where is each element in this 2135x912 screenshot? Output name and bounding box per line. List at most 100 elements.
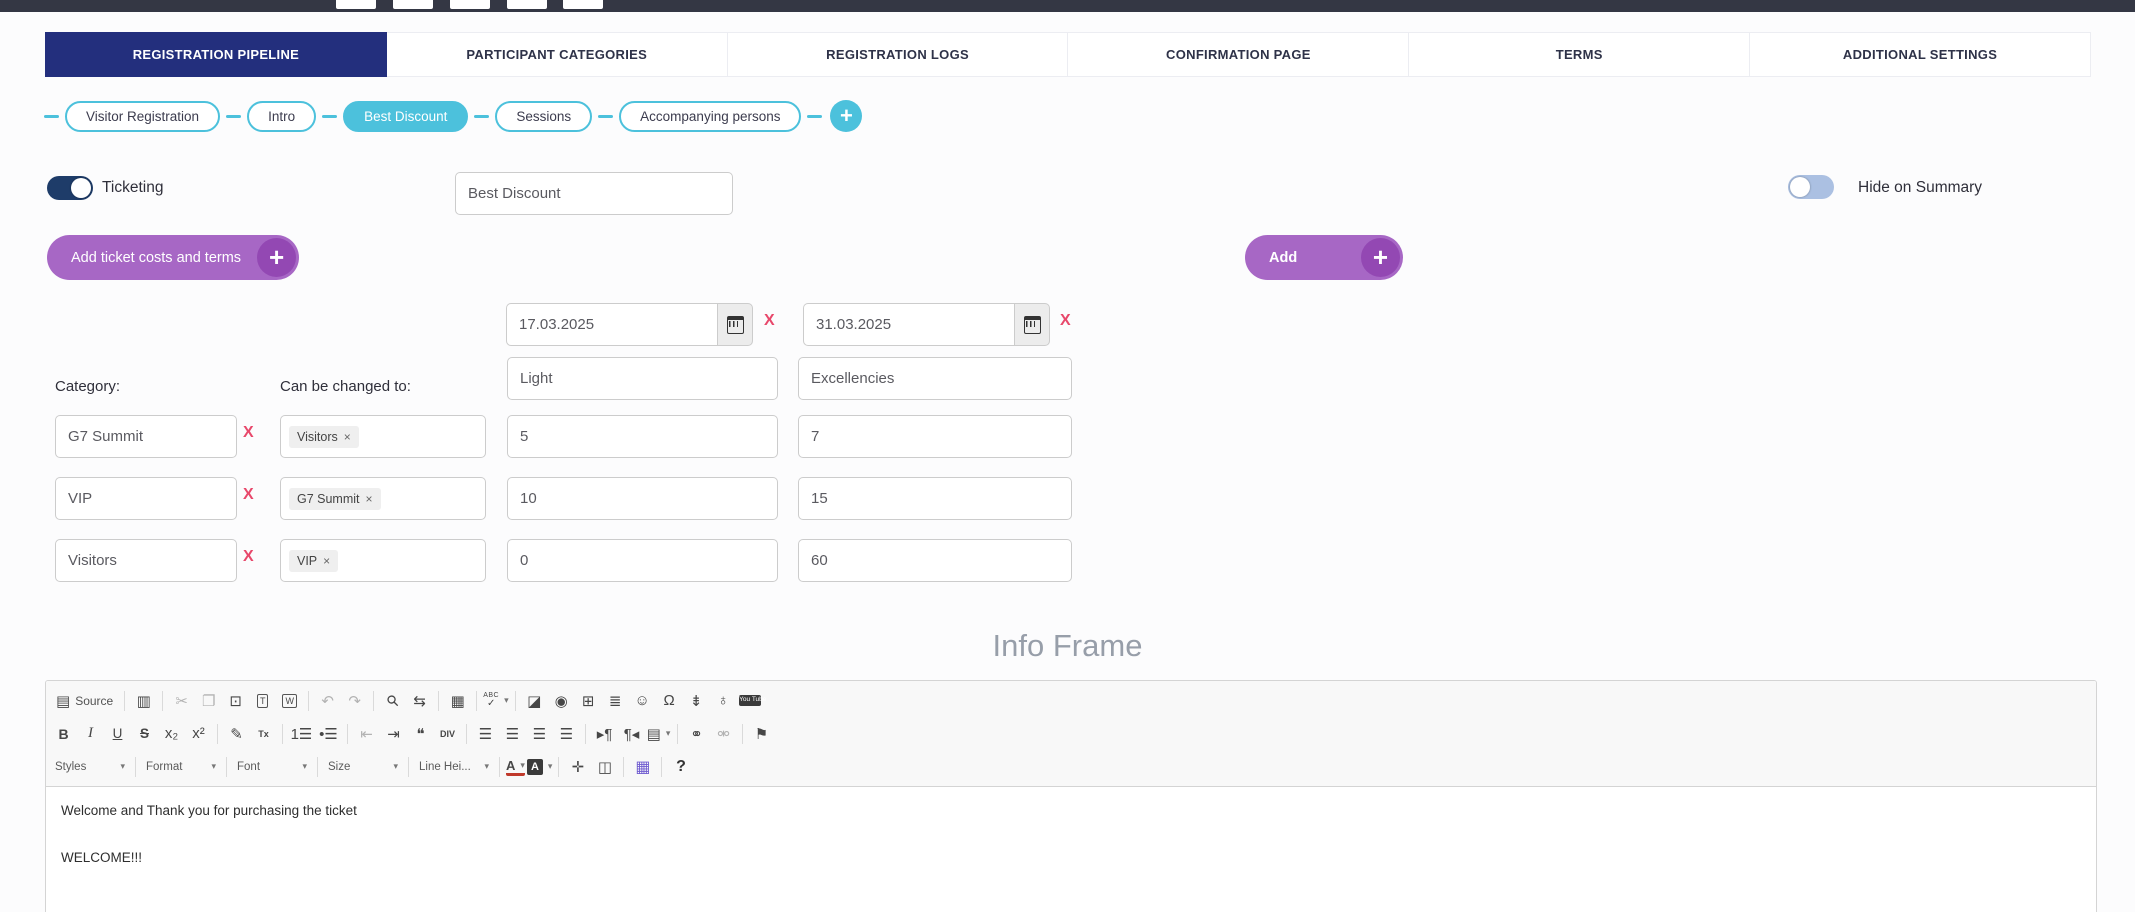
remove-category-button[interactable]: X [243,548,254,566]
italic-button[interactable]: I [78,721,103,746]
paste-icon[interactable]: ⊡ [223,688,248,713]
show-blocks-icon[interactable]: ◫ [592,754,617,779]
ticket-name-input-first[interactable] [507,357,778,400]
price-input-second[interactable] [798,539,1072,582]
end-date-picker-button[interactable] [1014,303,1050,346]
grid-icon[interactable]: ▦ [630,754,655,779]
tab-registration-logs[interactable]: REGISTRATION LOGS [728,32,1069,77]
category-chip[interactable]: G7 Summit × [289,488,381,510]
tab-terms[interactable]: TERMS [1409,32,1750,77]
outdent-icon[interactable]: ⇤ [354,721,379,746]
ticketing-toggle[interactable] [47,176,93,200]
text-color-button[interactable]: A▾ [506,757,525,776]
copy-formatting-icon[interactable]: ✎ [224,721,249,746]
price-input-second[interactable] [798,477,1072,520]
can-change-input[interactable]: VIP × [280,539,486,582]
help-icon[interactable]: ? [668,754,693,779]
font-dropdown[interactable]: Font▾ [232,755,312,778]
align-center-icon[interactable]: ☰ [500,721,525,746]
strikethrough-button[interactable]: S [132,721,157,746]
remove-category-button[interactable]: X [243,486,254,504]
copy-icon[interactable]: ❐ [196,688,221,713]
flash-icon[interactable]: ◉ [549,688,574,713]
line-height-dropdown[interactable]: Line Hei...▾ [414,755,494,778]
table-icon[interactable]: ⊞ [576,688,601,713]
paste-text-icon[interactable]: T [250,688,275,713]
pipeline-step-intro[interactable]: Intro [247,101,316,132]
category-input[interactable] [55,415,237,458]
templates-icon[interactable]: ▥ [131,688,156,713]
pipeline-step-visitor-registration[interactable]: Visitor Registration [65,101,220,132]
category-chip[interactable]: Visitors × [289,426,359,448]
tab-registration-pipeline[interactable]: REGISTRATION PIPELINE [45,32,387,77]
remove-end-date-button[interactable]: X [1060,312,1071,330]
topbar-button-stub[interactable] [563,0,603,9]
pipeline-step-best-discount[interactable]: Best Discount [343,101,468,132]
topbar-button-stub[interactable] [507,0,547,9]
cut-icon[interactable]: ✂ [169,688,194,713]
iframe-icon[interactable]: ♁ [711,688,736,713]
can-change-input[interactable]: Visitors × [280,415,486,458]
special-char-icon[interactable]: Ω [657,688,682,713]
bulleted-list-icon[interactable]: •☰ [316,721,341,746]
tab-confirmation-page[interactable]: CONFIRMATION PAGE [1068,32,1409,77]
align-justify-icon[interactable]: ☰ [554,721,579,746]
chip-remove-icon[interactable]: × [323,554,330,568]
select-all-icon[interactable]: ▦ [445,688,470,713]
bold-button[interactable]: B [51,721,76,746]
category-chip[interactable]: VIP × [289,550,338,572]
add-ticket-costs-button[interactable]: Add ticket costs and terms + [47,235,299,280]
pipeline-step-sessions[interactable]: Sessions [495,101,592,132]
find-icon[interactable]: ⚲ [375,683,410,718]
anchor-icon[interactable]: ⚑ [749,721,774,746]
link-icon[interactable]: ⚭ [684,721,709,746]
start-date-input[interactable] [506,303,717,346]
editor-content[interactable]: Welcome and Thank you for purchasing the… [46,787,2096,881]
youtube-icon[interactable]: You Tube [738,688,763,713]
end-date-input[interactable] [803,303,1014,346]
category-input[interactable] [55,477,237,520]
subscript-button[interactable]: x₂ [159,721,184,746]
replace-icon[interactable]: ⇆ [407,688,432,713]
topbar-button-stub[interactable] [393,0,433,9]
underline-button[interactable]: U [105,721,130,746]
price-input-second[interactable] [798,415,1072,458]
format-dropdown[interactable]: Format▾ [141,755,221,778]
blockquote-icon[interactable]: ❝ [408,721,433,746]
background-color-button[interactable]: A▾ [527,754,553,779]
undo-icon[interactable]: ↶ [315,688,340,713]
page-break-icon[interactable]: ⇟ [684,688,709,713]
language-icon[interactable]: ▤▾ [646,721,671,746]
topbar-button-stub[interactable] [336,0,376,9]
chip-remove-icon[interactable]: × [366,492,373,506]
text-direction-rtl-icon[interactable]: ¶◂ [619,721,644,746]
price-input-first[interactable] [507,415,778,458]
tab-participant-categories[interactable]: PARTICIPANT CATEGORIES [387,32,728,77]
ticket-name-input-second[interactable] [798,357,1072,400]
pipeline-step-accompanying-persons[interactable]: Accompanying persons [619,101,801,132]
tab-additional-settings[interactable]: ADDITIONAL SETTINGS [1750,32,2091,77]
add-button[interactable]: Add + [1245,235,1403,280]
numbered-list-icon[interactable]: 1☰ [289,721,314,746]
start-date-picker-button[interactable] [717,303,753,346]
text-direction-ltr-icon[interactable]: ▸¶ [592,721,617,746]
topbar-button-stub[interactable] [450,0,490,9]
remove-format-icon[interactable]: Tx [251,721,276,746]
div-container-icon[interactable]: DIV [435,721,460,746]
chip-remove-icon[interactable]: × [344,430,351,444]
size-dropdown[interactable]: Size▾ [323,755,403,778]
align-left-icon[interactable]: ☰ [473,721,498,746]
can-change-input[interactable]: G7 Summit × [280,477,486,520]
source-button[interactable]: ▤Source [51,688,118,713]
remove-start-date-button[interactable]: X [764,312,775,330]
remove-category-button[interactable]: X [243,424,254,442]
align-right-icon[interactable]: ☰ [527,721,552,746]
styles-dropdown[interactable]: Styles▾ [50,755,130,778]
price-input-first[interactable] [507,539,778,582]
unlink-icon[interactable]: ⚮ [711,721,736,746]
superscript-button[interactable]: x² [186,721,211,746]
price-input-first[interactable] [507,477,778,520]
step-name-input[interactable] [455,172,733,215]
image-icon[interactable]: ◪ [522,688,547,713]
hide-on-summary-toggle[interactable] [1788,175,1834,199]
